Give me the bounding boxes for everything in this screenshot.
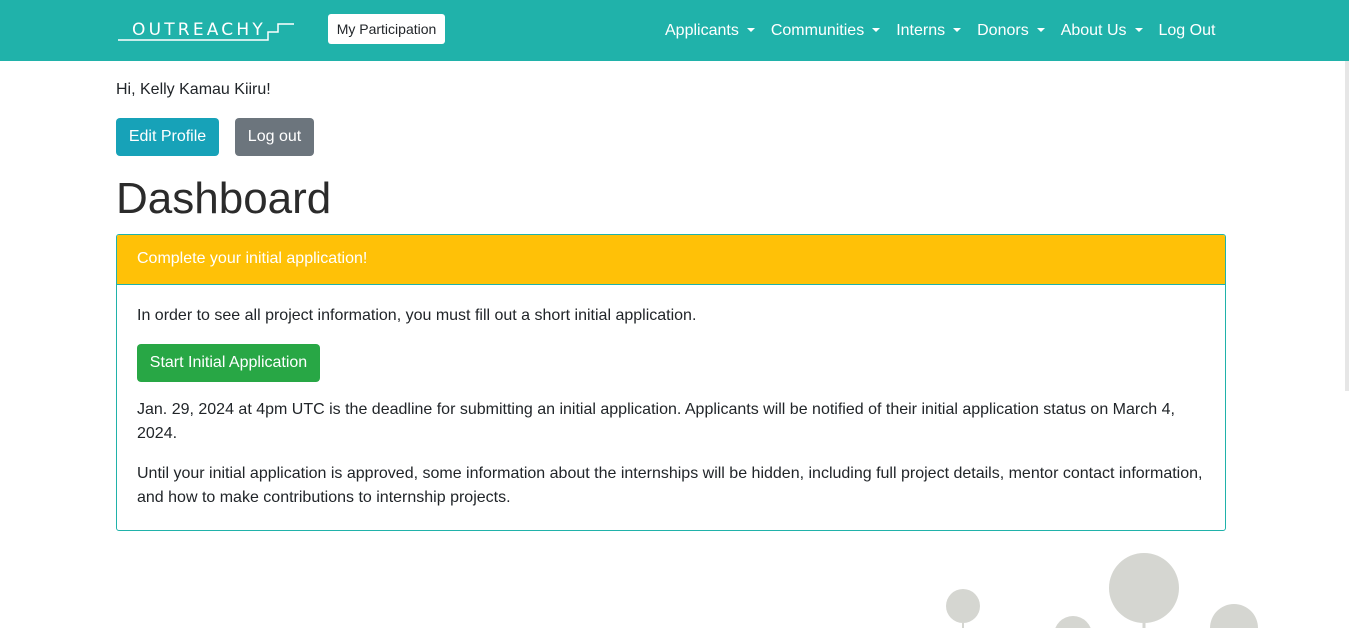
nav-item-donors[interactable]: Donors	[977, 22, 1045, 40]
balloons-illustration	[946, 553, 1258, 628]
hidden-info-text: Until your initial application is approv…	[137, 465, 1203, 506]
caret-down-icon	[1036, 27, 1045, 32]
intro-text: In order to see all project information,…	[137, 307, 697, 324]
nav-item-about-us[interactable]: About Us	[1061, 22, 1143, 40]
top-navbar: OUTREACHY My Participation Applicants Co…	[0, 0, 1349, 61]
nav-item-communities[interactable]: Communities	[770, 21, 881, 40]
caret-down-icon	[872, 27, 881, 32]
nav-item-label: Communities	[770, 21, 865, 39]
deadline-text: Jan. 29, 2024 at 4pm UTC is the deadline…	[137, 401, 1175, 442]
page-title: Dashboard	[116, 174, 332, 223]
nav-item-label: Log Out	[1158, 21, 1216, 39]
nav-item-label: Applicants	[665, 21, 739, 39]
caret-down-icon	[1134, 27, 1143, 32]
logo-text: OUTREACHY	[132, 20, 266, 40]
nav-item-label: Interns	[896, 21, 946, 39]
nav-menu: Applicants Communities Interns Donors Ab…	[665, 0, 1231, 61]
nav-item-applicants[interactable]: Applicants	[665, 22, 755, 40]
page-scrollbar[interactable]	[1345, 61, 1349, 391]
initial-application-card: Complete your initial application! In or…	[116, 234, 1226, 531]
log-out-button[interactable]: Log out	[235, 118, 314, 156]
greeting-text: Hi, Kelly Kamau Kiiru!	[116, 81, 271, 98]
edit-profile-button[interactable]: Edit Profile	[116, 118, 219, 156]
caret-down-icon	[953, 27, 962, 32]
start-initial-application-button[interactable]: Start Initial Application	[137, 344, 320, 382]
card-header: Complete your initial application!	[117, 235, 1225, 285]
nav-item-label: About Us	[1060, 21, 1127, 39]
nav-item-log-out[interactable]: Log Out	[1159, 22, 1216, 40]
nav-item-label: Donors	[977, 21, 1029, 39]
outreachy-logo[interactable]: OUTREACHY	[116, 18, 296, 44]
caret-down-icon	[746, 27, 755, 32]
my-participation-button[interactable]: My Participation	[328, 14, 445, 44]
nav-item-interns[interactable]: Interns	[896, 21, 962, 40]
